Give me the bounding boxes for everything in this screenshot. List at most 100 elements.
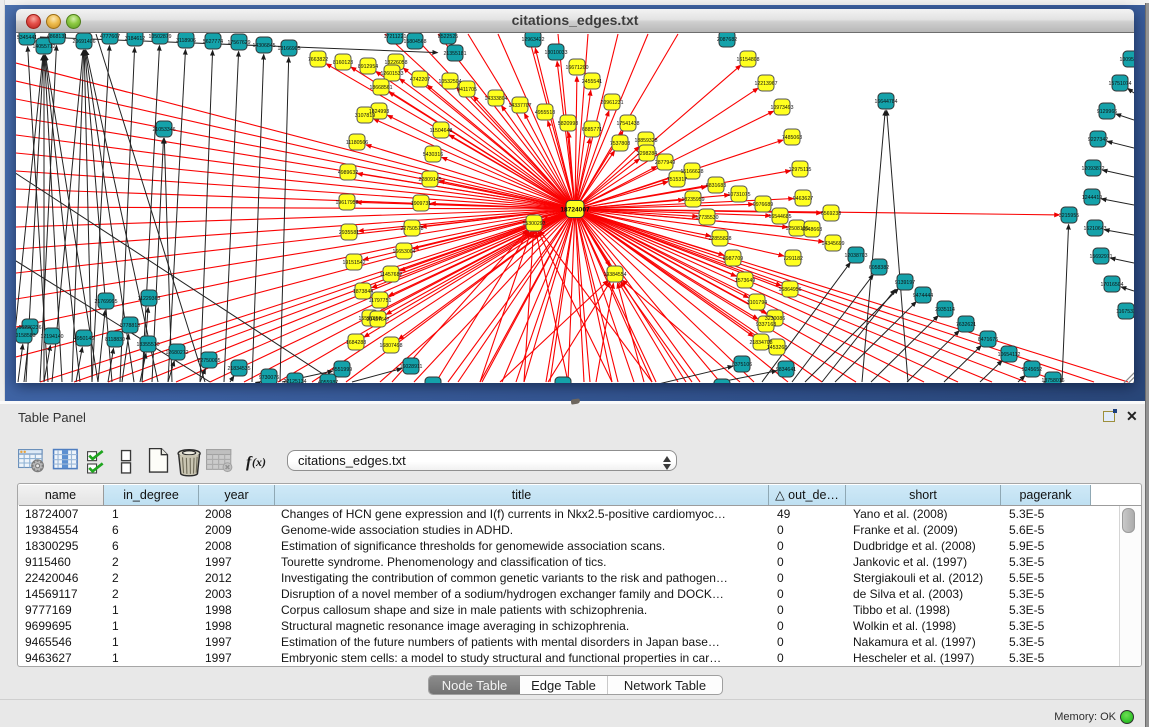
svg-text:15300293: 15300293: [522, 221, 545, 227]
svg-text:16028911: 16028911: [400, 364, 423, 370]
svg-text:22809145: 22809145: [418, 177, 441, 183]
svg-text:10731075: 10731075: [727, 192, 750, 198]
svg-text:5430316: 5430316: [423, 152, 443, 158]
svg-text:22750578: 22750578: [400, 226, 423, 232]
svg-text:3298284: 3298284: [637, 151, 657, 157]
svg-text:7537808: 7537808: [610, 141, 630, 147]
svg-text:12975115: 12975115: [789, 167, 812, 173]
svg-text:19151542: 19151542: [342, 260, 365, 266]
svg-text:15166628: 15166628: [680, 169, 703, 175]
svg-text:16644784: 16644784: [874, 99, 897, 105]
svg-text:2087682: 2087682: [717, 37, 737, 43]
svg-text:15804568: 15804568: [403, 39, 426, 45]
svg-text:9834641: 9834641: [776, 367, 796, 373]
svg-text:18668561: 18668561: [369, 85, 392, 91]
svg-text:17567629: 17567629: [227, 40, 250, 46]
svg-text:8778813: 8778813: [120, 323, 140, 329]
svg-text:16154808: 16154808: [736, 57, 759, 63]
svg-text:13226058: 13226058: [384, 60, 407, 66]
svg-text:9463627: 9463627: [793, 196, 813, 202]
svg-text:8118830: 8118830: [105, 337, 125, 343]
svg-text:3101794: 3101794: [747, 300, 767, 306]
svg-text:10532504: 10532504: [438, 79, 461, 85]
svg-text:19617958: 19617958: [335, 200, 358, 206]
svg-text:17016504: 17016504: [1100, 282, 1123, 288]
svg-text:4955518: 4955518: [535, 110, 555, 116]
svg-text:17541438: 17541438: [616, 121, 639, 127]
svg-text:10095898: 10095898: [1119, 57, 1134, 63]
svg-text:1684288: 1684288: [346, 340, 366, 346]
svg-text:6831683: 6831683: [706, 183, 726, 189]
svg-text:16653004: 16653004: [392, 249, 415, 255]
svg-text:3107819: 3107819: [355, 113, 375, 119]
svg-text:1573649: 1573649: [735, 278, 755, 284]
svg-text:22125134: 22125134: [283, 379, 306, 383]
svg-text:12038703: 12038703: [844, 253, 867, 259]
svg-text:3118906: 3118906: [176, 38, 196, 44]
svg-text:12194140: 12194140: [40, 334, 63, 340]
svg-text:7291182: 7291182: [783, 256, 803, 262]
svg-text:1453268: 1453268: [767, 345, 787, 351]
svg-text:11180566: 11180566: [346, 140, 368, 146]
svg-text:2935114: 2935114: [935, 307, 955, 313]
svg-text:9139197: 9139197: [895, 280, 915, 286]
svg-text:4742207: 4742207: [410, 77, 430, 83]
svg-text:14306845: 14306845: [252, 43, 275, 49]
svg-text:5627774: 5627774: [203, 39, 223, 45]
svg-text:1909731: 1909731: [411, 201, 431, 207]
svg-text:10973493: 10973493: [770, 105, 793, 111]
svg-text:7485063: 7485063: [782, 135, 802, 141]
svg-text:1167533: 1167533: [1116, 309, 1134, 315]
svg-text:17735530: 17735530: [695, 215, 718, 221]
svg-text:18758016: 18758016: [1041, 378, 1064, 383]
svg-text:4868131: 4868131: [47, 34, 67, 40]
svg-text:16544685: 16544685: [768, 214, 791, 220]
svg-text:12680272: 12680272: [165, 350, 188, 356]
svg-text:9129966: 9129966: [1097, 109, 1117, 115]
svg-text:6048663: 6048663: [802, 227, 822, 233]
svg-text:7632621: 7632621: [956, 322, 976, 328]
svg-text:15751074: 15751074: [1108, 81, 1131, 87]
svg-text:3215955: 3215955: [1059, 213, 1079, 219]
svg-text:21769995: 21769995: [94, 299, 117, 305]
svg-text:15692971: 15692971: [1089, 254, 1112, 260]
svg-text:12963422: 12963422: [521, 37, 544, 43]
svg-text:20437647: 20437647: [366, 317, 389, 323]
svg-text:16864956: 16864956: [778, 287, 801, 293]
svg-text:12601533: 12601533: [380, 71, 403, 77]
svg-text:12093872: 12093872: [1081, 166, 1104, 172]
svg-text:16671200: 16671200: [565, 65, 588, 71]
svg-text:4950145: 4950145: [74, 336, 94, 342]
svg-text:11457682: 11457682: [380, 272, 403, 278]
svg-text:22855828: 22855828: [708, 236, 731, 242]
svg-text:6569238: 6569238: [821, 211, 841, 217]
svg-text:(x): (x): [252, 455, 266, 469]
svg-text:9245652: 9245652: [1022, 367, 1042, 373]
svg-text:1873844: 1873844: [353, 289, 373, 295]
svg-text:14337707: 14337707: [508, 103, 531, 109]
svg-text:18859328: 18859328: [634, 138, 657, 144]
svg-text:8471676: 8471676: [978, 337, 998, 343]
svg-text:22750005: 22750005: [197, 358, 220, 364]
svg-text:4777607: 4777607: [100, 34, 120, 40]
svg-text:11229363: 11229363: [138, 296, 161, 302]
svg-text:10502879: 10502879: [148, 34, 171, 40]
svg-text:3184612: 3184612: [125, 36, 145, 42]
svg-text:20961231: 20961231: [600, 100, 623, 106]
svg-text:8987709: 8987709: [723, 256, 743, 262]
svg-text:16226236: 16226236: [18, 325, 41, 331]
svg-text:18166905: 18166905: [277, 46, 300, 52]
svg-text:2455541: 2455541: [582, 79, 602, 85]
svg-text:18235959: 18235959: [681, 197, 704, 203]
svg-text:6058382: 6058382: [869, 265, 889, 271]
svg-text:6885771: 6885771: [582, 127, 602, 133]
svg-text:8160123: 8160123: [333, 60, 353, 66]
svg-text:5820998: 5820998: [558, 121, 578, 127]
svg-text:9730076: 9730076: [259, 375, 279, 381]
svg-text:14333804: 14333804: [484, 96, 507, 102]
svg-text:9337163: 9337163: [756, 322, 776, 328]
svg-text:9227342: 9227342: [1088, 137, 1108, 143]
svg-text:5345441: 5345441: [17, 35, 37, 41]
svg-text:11504648: 11504648: [430, 128, 453, 134]
svg-text:18724007: 18724007: [560, 207, 590, 214]
